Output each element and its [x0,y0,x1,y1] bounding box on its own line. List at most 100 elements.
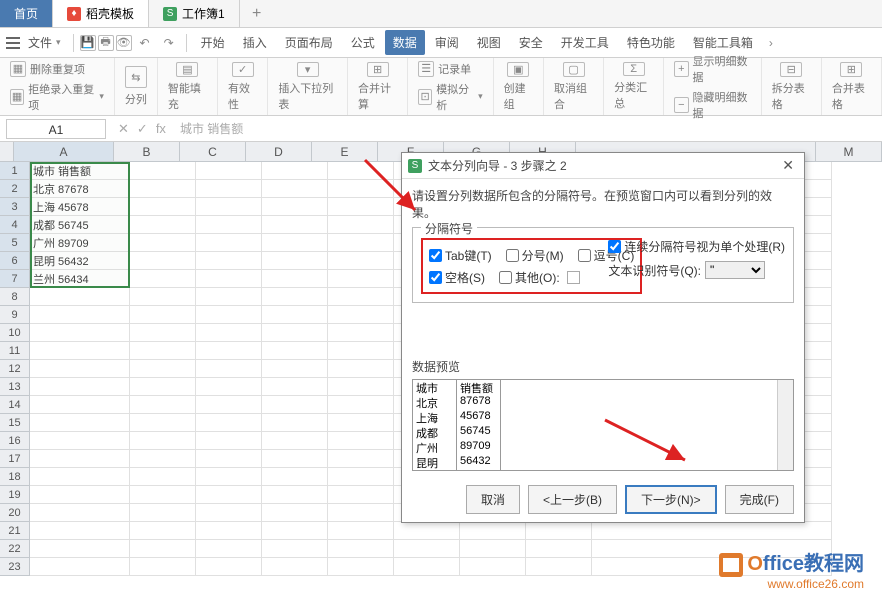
cell[interactable] [262,486,328,504]
cell[interactable] [526,540,592,558]
cell[interactable]: 昆明 56432 [30,252,130,270]
cell[interactable] [196,198,262,216]
cell[interactable] [30,522,130,540]
cell[interactable] [130,324,196,342]
merge-table[interactable]: ⊞合并表格 [822,58,882,115]
cell[interactable] [30,342,130,360]
cell[interactable] [30,468,130,486]
cell[interactable] [328,162,394,180]
cell[interactable] [328,306,394,324]
cell[interactable] [196,414,262,432]
cell[interactable] [30,450,130,468]
cell[interactable] [196,270,262,288]
cell[interactable]: 上海 45678 [30,198,130,216]
cell[interactable] [328,180,394,198]
hamburger-icon[interactable] [6,37,20,49]
cell[interactable] [196,432,262,450]
cell[interactable] [30,378,130,396]
tab-template[interactable]: ♦稻壳模板 [53,0,149,27]
chk-consecutive[interactable]: 连续分隔符号视为单个处理(R) [608,238,785,255]
cell[interactable] [262,432,328,450]
close-icon[interactable]: ✕ [778,157,798,174]
name-box[interactable]: A1 [6,119,106,139]
hide-detail[interactable]: −隐藏明细数据 [674,89,750,121]
cell[interactable] [196,180,262,198]
row-header[interactable]: 21 [0,522,30,540]
menu-security[interactable]: 安全 [511,30,551,55]
delete-dup[interactable]: ▦删除重复项 [10,61,85,77]
cell[interactable] [262,540,328,558]
redo-icon[interactable]: ↷ [158,36,180,50]
cell[interactable] [328,198,394,216]
menu-overflow[interactable]: › [763,36,779,50]
cell[interactable] [130,198,196,216]
cell[interactable] [262,360,328,378]
cell[interactable] [328,216,394,234]
cell[interactable] [196,558,262,576]
cell[interactable] [196,540,262,558]
cell[interactable] [196,342,262,360]
menu-view[interactable]: 视图 [469,30,509,55]
validity[interactable]: ✓有效性 [218,58,268,115]
cell[interactable] [262,504,328,522]
cell[interactable] [30,432,130,450]
cell[interactable] [328,432,394,450]
cell[interactable]: 兰州 56434 [30,270,130,288]
subtotal[interactable]: Σ分类汇总 [604,58,664,115]
cell[interactable] [262,468,328,486]
cell[interactable] [130,450,196,468]
chk-tab[interactable]: Tab键(T) [429,247,492,264]
cancel-icon[interactable]: ✕ [118,121,129,137]
cell[interactable] [328,486,394,504]
cell[interactable]: 北京 87678 [30,180,130,198]
cell[interactable] [196,288,262,306]
cell[interactable] [262,198,328,216]
cell[interactable] [592,522,832,540]
show-detail[interactable]: +显示明细数据 [674,53,750,85]
col-header[interactable]: C [180,142,246,162]
next-button[interactable]: 下一步(N)> [625,485,717,514]
menu-start[interactable]: 开始 [193,30,233,55]
cell[interactable] [328,414,394,432]
chk-tab-input[interactable] [429,249,442,262]
menu-review[interactable]: 审阅 [427,30,467,55]
cell[interactable] [328,234,394,252]
ungroup[interactable]: ▢取消组合 [544,58,604,115]
cell[interactable] [262,522,328,540]
row-header[interactable]: 20 [0,504,30,522]
cell[interactable] [328,450,394,468]
cell[interactable] [30,504,130,522]
chk-semicolon-input[interactable] [506,249,519,262]
record-sheet[interactable]: ☰记录单 [418,61,471,77]
cell[interactable] [262,288,328,306]
cell[interactable] [262,180,328,198]
cell[interactable] [130,504,196,522]
cell[interactable] [196,504,262,522]
row-header[interactable]: 23 [0,558,30,576]
consolidate[interactable]: ⊞合并计算 [348,58,408,115]
row-header[interactable]: 5 [0,234,30,252]
cell[interactable]: 城市 销售额 [30,162,130,180]
menu-devtools[interactable]: 开发工具 [553,30,617,55]
cell[interactable] [394,540,460,558]
cell[interactable] [328,540,394,558]
cell[interactable] [130,432,196,450]
cell[interactable] [262,558,328,576]
row-header[interactable]: 12 [0,360,30,378]
col-header[interactable]: B [114,142,180,162]
cell[interactable] [130,180,196,198]
cell[interactable] [30,396,130,414]
cell[interactable] [328,558,394,576]
file-menu[interactable]: 文件▾ [22,34,67,51]
cell[interactable] [196,162,262,180]
cell[interactable] [262,270,328,288]
cell[interactable] [460,558,526,576]
cell[interactable]: 广州 89709 [30,234,130,252]
cell[interactable] [328,342,394,360]
row-header[interactable]: 1 [0,162,30,180]
cell[interactable] [130,414,196,432]
cell[interactable] [196,234,262,252]
cell[interactable] [130,216,196,234]
menu-formula[interactable]: 公式 [343,30,383,55]
save-icon[interactable]: 💾 [80,35,96,51]
